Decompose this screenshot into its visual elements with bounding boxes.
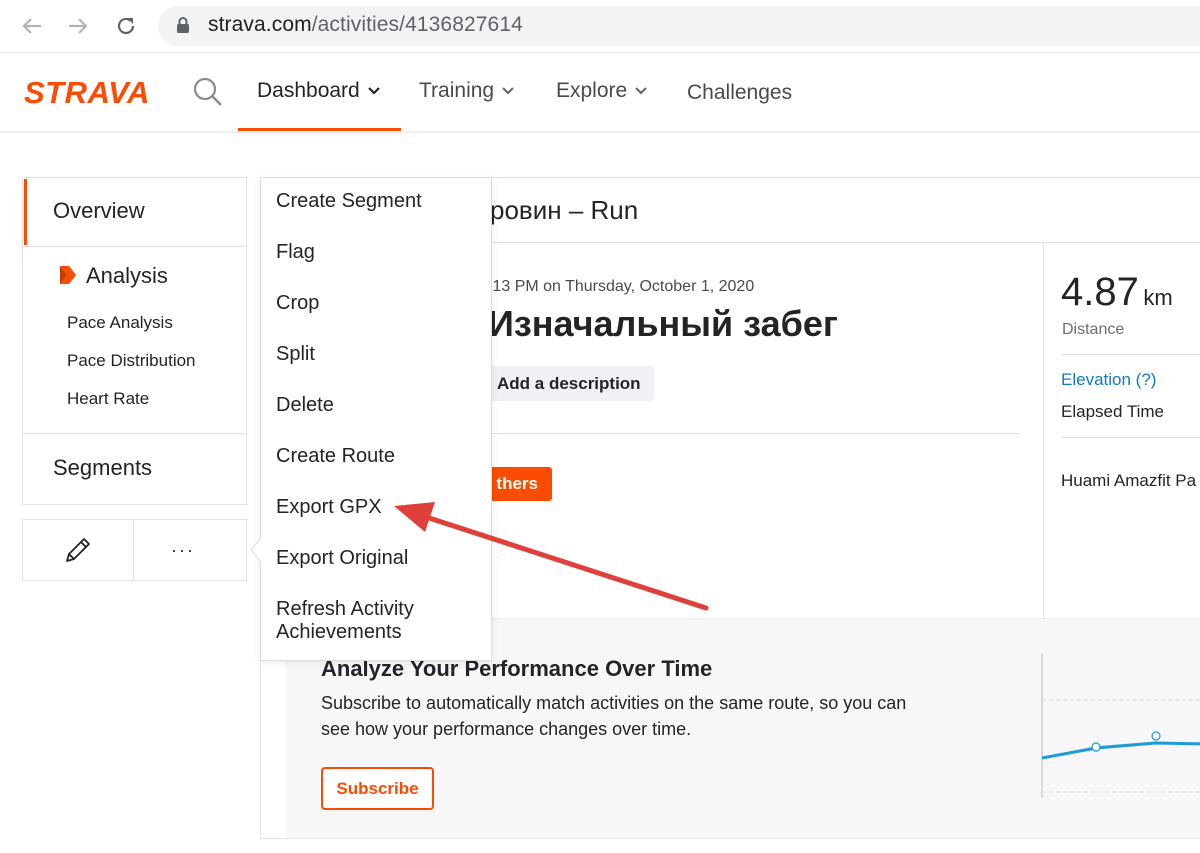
menu-item-split[interactable]: Split xyxy=(276,343,315,366)
sidebar-overview-label[interactable]: Overview xyxy=(53,198,145,224)
strava-logo[interactable]: STRAVA xyxy=(24,75,150,111)
activity-datetime: :13 PM on Thursday, October 1, 2020 xyxy=(488,278,755,295)
activity-tools xyxy=(22,519,247,581)
back-button[interactable] xyxy=(18,12,46,40)
back-arrow-icon xyxy=(22,18,41,34)
nav-explore-label: Explore xyxy=(556,79,628,102)
analyze-body-line1: Subscribe to automatically match activit… xyxy=(321,693,907,713)
performance-chart-preview xyxy=(1041,654,1200,798)
subscribe-button[interactable]: Subscribe xyxy=(321,767,434,810)
divider xyxy=(1061,354,1200,355)
elapsed-time-label: Elapsed Time xyxy=(1061,402,1164,421)
reload-button[interactable] xyxy=(112,12,140,40)
forward-button[interactable] xyxy=(64,12,92,40)
chevron-right-icon xyxy=(58,264,78,291)
chevron-down-icon xyxy=(502,87,514,95)
nav-dashboard[interactable]: Dashboard xyxy=(257,79,380,103)
device-name: Huami Amazfit Pa xyxy=(1061,471,1197,490)
sidebar-item-pace-analysis[interactable]: Pace Analysis xyxy=(67,313,173,333)
nav-challenges-label: Challenges xyxy=(687,81,793,104)
distance-stat: 4.87 km xyxy=(1061,270,1173,315)
more-options-icon[interactable]: ··· xyxy=(171,540,195,561)
divider xyxy=(133,520,134,579)
nav-challenges[interactable]: Challenges xyxy=(687,81,792,105)
reload-icon xyxy=(117,17,135,35)
menu-item-flag[interactable]: Flag xyxy=(276,241,315,264)
nav-training[interactable]: Training xyxy=(419,79,514,103)
distance-value: 4.87 xyxy=(1061,270,1139,314)
nav-explore[interactable]: Explore xyxy=(556,79,647,103)
pencil-icon[interactable] xyxy=(62,534,94,571)
add-description-button[interactable]: Add a description xyxy=(488,366,654,401)
activity-title: ровин – Run xyxy=(490,195,639,225)
chevron-down-icon xyxy=(367,87,380,95)
active-nav-indicator xyxy=(238,128,401,131)
sidebar-analysis-label[interactable]: Analysis xyxy=(86,263,168,289)
sidebar-item-segments[interactable]: Segments xyxy=(53,455,152,481)
menu-item-crop[interactable]: Crop xyxy=(276,292,319,315)
annotation-arrow-icon xyxy=(394,502,709,611)
sidebar-item-heart-rate[interactable]: Heart Rate xyxy=(67,389,149,409)
lock-icon xyxy=(176,16,190,39)
elevation-link[interactable]: Elevation (?) xyxy=(1061,370,1156,390)
nav-training-label: Training xyxy=(419,79,495,102)
search-icon[interactable] xyxy=(193,77,223,112)
menu-pointer xyxy=(250,537,262,563)
activity-name: Изначальный забег xyxy=(488,303,838,344)
menu-item-refresh-line2: Achievements xyxy=(276,621,402,643)
divider xyxy=(23,433,246,434)
divider xyxy=(1061,437,1200,438)
divider xyxy=(490,433,1020,434)
distance-label: Distance xyxy=(1062,321,1125,338)
chevron-down-icon xyxy=(635,87,647,95)
nav-dashboard-label: Dashboard xyxy=(257,79,360,102)
divider xyxy=(23,246,246,247)
sidebar-item-pace-distribution[interactable]: Pace Distribution xyxy=(67,351,196,371)
distance-unit: km xyxy=(1143,285,1173,310)
menu-item-create-segment[interactable]: Create Segment xyxy=(276,190,422,213)
menu-item-create-route[interactable]: Create Route xyxy=(276,445,395,468)
forward-arrow-icon xyxy=(69,18,88,34)
url-text[interactable]: strava.com/activities/4136827614 xyxy=(208,13,523,37)
menu-item-delete[interactable]: Delete xyxy=(276,394,334,417)
analyze-body-line2: see how your performance changes over ti… xyxy=(321,719,692,739)
menu-item-export-gpx[interactable]: Export GPX xyxy=(276,496,382,519)
divider xyxy=(1043,243,1044,618)
